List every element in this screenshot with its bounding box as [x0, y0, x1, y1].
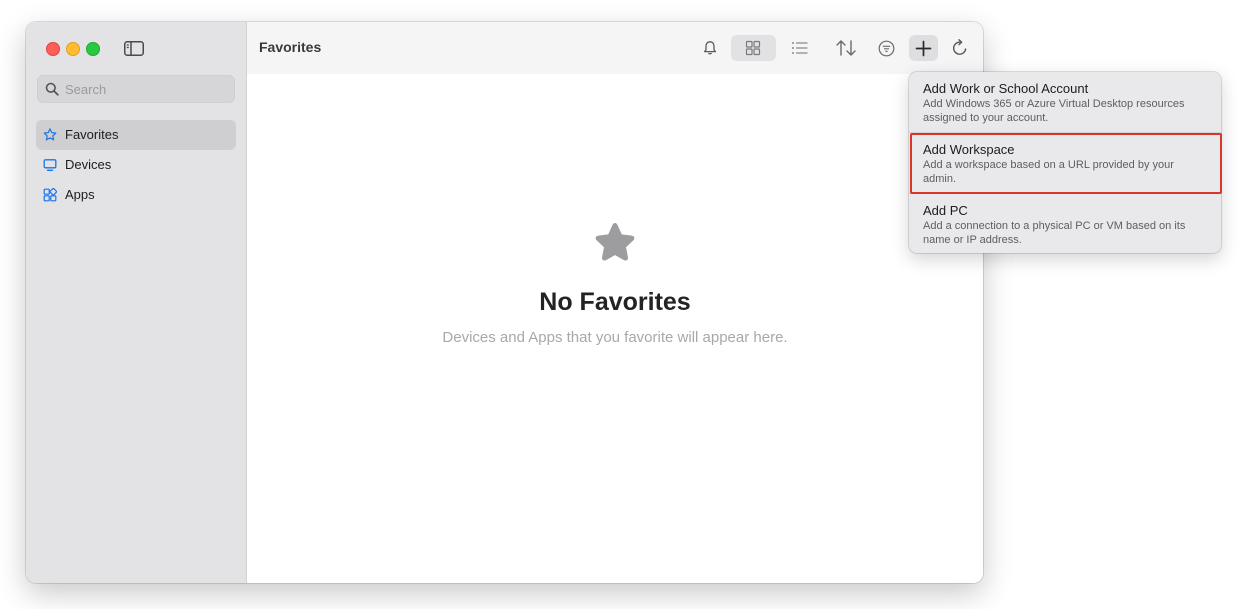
- list-view-icon: [792, 42, 808, 54]
- minimize-window-button[interactable]: [66, 42, 80, 56]
- sidebar-toggle-icon[interactable]: [124, 41, 144, 56]
- monitor-icon: [43, 159, 57, 171]
- sidebar-item-favorites[interactable]: Favorites: [36, 120, 236, 150]
- apps-icon: [43, 188, 57, 202]
- refresh-button[interactable]: [946, 35, 974, 61]
- empty-state-subtitle: Devices and Apps that you favorite will …: [442, 329, 788, 346]
- sort-button[interactable]: [830, 35, 862, 61]
- star-icon: [595, 223, 635, 261]
- add-button[interactable]: [909, 35, 938, 61]
- search-icon: [45, 82, 59, 96]
- close-window-button[interactable]: [46, 42, 60, 56]
- search-placeholder: Search: [65, 82, 107, 97]
- app-window: Search Favorites Devices Apps Favorites …: [26, 22, 983, 583]
- grid-view-button[interactable]: [731, 35, 776, 61]
- maximize-window-button[interactable]: [86, 42, 100, 56]
- star-icon: [43, 128, 57, 141]
- sort-icon: [836, 40, 856, 56]
- grid-view-icon: [745, 40, 761, 56]
- filter-button[interactable]: [872, 35, 902, 61]
- favorites-content: No Favorites Devices and Apps that you f…: [247, 74, 983, 583]
- plus-icon: [915, 40, 932, 57]
- menu-item-title: Add Work or School Account: [923, 81, 1089, 96]
- refresh-icon: [952, 39, 967, 55]
- sidebar-item-apps[interactable]: Apps: [36, 180, 236, 210]
- list-view-button[interactable]: [785, 35, 815, 61]
- empty-state-title: No Favorites: [539, 288, 691, 316]
- sidebar-item-label: Apps: [65, 187, 95, 202]
- filter-icon: [878, 40, 895, 57]
- bell-icon: [703, 41, 717, 55]
- sidebar-item-label: Devices: [65, 157, 112, 172]
- add-menu: Add Work or School Account Add Windows 3…: [909, 72, 1222, 254]
- menu-item-description: Add a connection to a physical PC or VM …: [923, 220, 1186, 246]
- menu-item-add-work-or-school-account[interactable]: Add Work or School Account Add Windows 3…: [909, 72, 1221, 132]
- menu-item-title: Add PC: [923, 203, 968, 218]
- page-title: Favorites: [259, 39, 322, 55]
- sidebar: Search Favorites Devices Apps: [26, 22, 247, 583]
- search-field[interactable]: Search: [37, 75, 235, 103]
- sidebar-item-devices[interactable]: Devices: [36, 150, 236, 180]
- notifications-button[interactable]: [695, 35, 725, 61]
- menu-item-add-pc[interactable]: Add PC Add a connection to a physical PC…: [909, 194, 1221, 254]
- menu-item-description: Add Windows 365 or Azure Virtual Desktop…: [923, 98, 1185, 124]
- toolbar: Favorites: [247, 22, 983, 74]
- highlight-box: [910, 133, 1222, 194]
- sidebar-item-label: Favorites: [65, 127, 119, 142]
